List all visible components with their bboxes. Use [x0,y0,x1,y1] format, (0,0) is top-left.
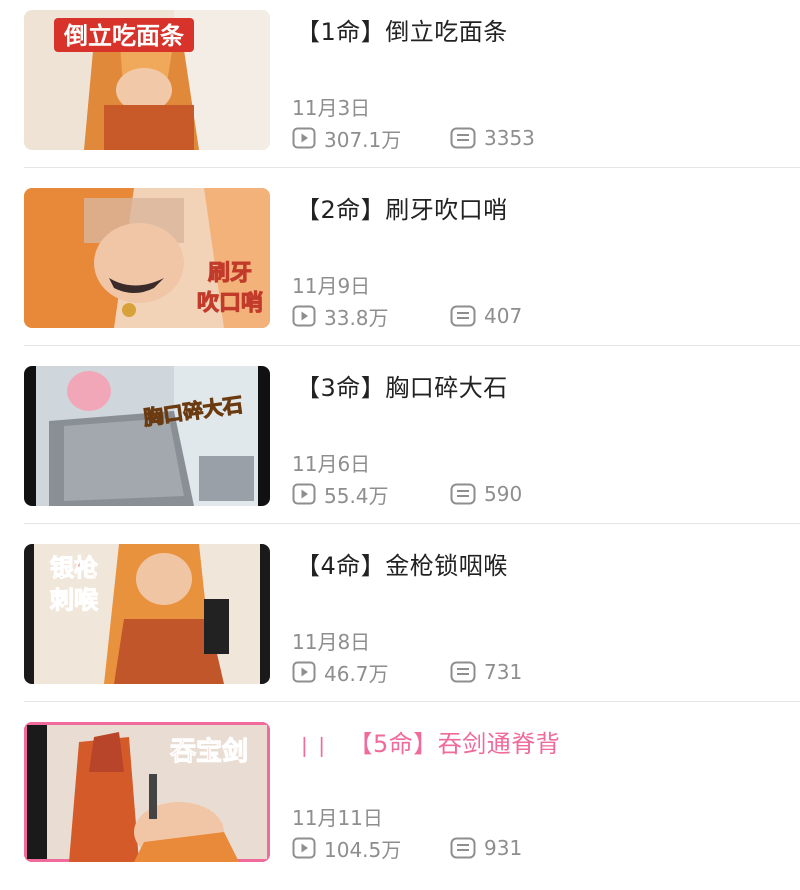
divider [24,701,800,702]
comment-count-icon [450,127,476,149]
video-date: 11月11日 [292,806,383,830]
video-stats: 33.8万 407 [292,302,522,330]
video-title: 【3命】胸口碎大石 [296,374,508,402]
comment-count: 931 [450,836,522,860]
video-date: 11月8日 [292,630,371,654]
video-item-1[interactable]: 倒立吃面条 【1命】倒立吃面条 11月3日 307.1万 3353 [0,0,800,178]
view-count-value: 104.5万 [324,837,402,862]
view-count-value: 33.8万 [324,305,389,330]
play-count-icon [292,837,316,859]
view-count-value: 55.4万 [324,483,389,508]
video-stats: 307.1万 3353 [292,124,535,152]
comment-count-icon [450,305,476,327]
divider [24,523,800,524]
video-title: ❘❘ 【5命】吞剑通脊背 [296,724,560,759]
video-item-2[interactable]: 刷牙 吹口哨 【2命】刷牙吹口哨 11月9日 33.8万 407 [0,178,800,356]
video-date: 11月3日 [292,96,371,120]
view-count: 33.8万 [292,302,450,331]
divider [24,345,800,346]
svg-text:刷牙: 刷牙 [208,261,252,286]
view-count: 104.5万 [292,834,450,863]
thumbnail-image: 倒立吃面条 [24,10,270,150]
comment-count-value: 407 [484,304,523,328]
video-list: 倒立吃面条 【1命】倒立吃面条 11月3日 307.1万 3353 刷牙 吹口哨… [0,0,800,862]
view-count: 55.4万 [292,480,450,509]
comment-count: 3353 [450,126,535,150]
playing-bars-icon: ❘❘ [296,733,331,757]
video-stats: 104.5万 931 [292,834,522,862]
comment-count-icon [450,837,476,859]
svg-text:银枪: 银枪 [50,554,98,582]
video-title: 【2命】刷牙吹口哨 [296,196,508,224]
video-stats: 46.7万 731 [292,658,522,686]
video-title: 【1命】倒立吃面条 [296,18,508,46]
thumbnail-image: 刷牙 吹口哨 [24,188,270,328]
thumbnail-caption: 吞宝剑 [170,736,248,767]
video-stats: 55.4万 590 [292,480,522,508]
video-item-3[interactable]: 胸口碎大石 【3命】胸口碎大石 11月6日 55.4万 590 [0,356,800,534]
comment-count-icon [450,483,476,505]
video-thumbnail[interactable]: 银枪 刺喉 [24,544,270,684]
svg-text:刺喉: 刺喉 [50,586,99,614]
thumbnail-caption: 倒立吃面条 [63,22,185,50]
thumbnail-image: 胸口碎大石 [24,366,270,506]
play-count-icon [292,305,316,327]
play-count-icon [292,127,316,149]
view-count-value: 307.1万 [324,127,402,152]
view-count-value: 46.7万 [324,661,389,686]
video-item-5[interactable]: 吞宝剑 ❘❘ 【5命】吞剑通脊背 11月11日 104.5万 931 [0,712,800,890]
video-title-text: 【5命】吞剑通脊背 [348,730,561,758]
view-count: 307.1万 [292,124,450,153]
video-thumbnail[interactable]: 倒立吃面条 [24,10,270,150]
comment-count-icon [450,661,476,683]
video-date: 11月9日 [292,274,371,298]
comment-count-value: 731 [484,660,523,684]
video-title: 【4命】金枪锁咽喉 [296,552,508,580]
video-date: 11月6日 [292,452,371,476]
thumbnail-image: 银枪 刺喉 [24,544,270,684]
video-thumbnail[interactable]: 吞宝剑 [24,722,270,862]
comment-count: 731 [450,660,522,684]
comment-count: 407 [450,304,522,328]
comment-count: 590 [450,482,522,506]
video-thumbnail[interactable]: 胸口碎大石 [24,366,270,506]
svg-text:吹口哨: 吹口哨 [197,290,263,316]
video-thumbnail[interactable]: 刷牙 吹口哨 [24,188,270,328]
comment-count-value: 931 [484,836,523,860]
video-item-4[interactable]: 银枪 刺喉 【4命】金枪锁咽喉 11月8日 46.7万 731 [0,534,800,712]
play-count-icon [292,661,316,683]
thumbnail-image: 吞宝剑 [24,722,270,862]
comment-count-value: 590 [484,482,523,506]
play-count-icon [292,483,316,505]
comment-count-value: 3353 [484,126,535,150]
divider [24,167,800,168]
view-count: 46.7万 [292,658,450,687]
